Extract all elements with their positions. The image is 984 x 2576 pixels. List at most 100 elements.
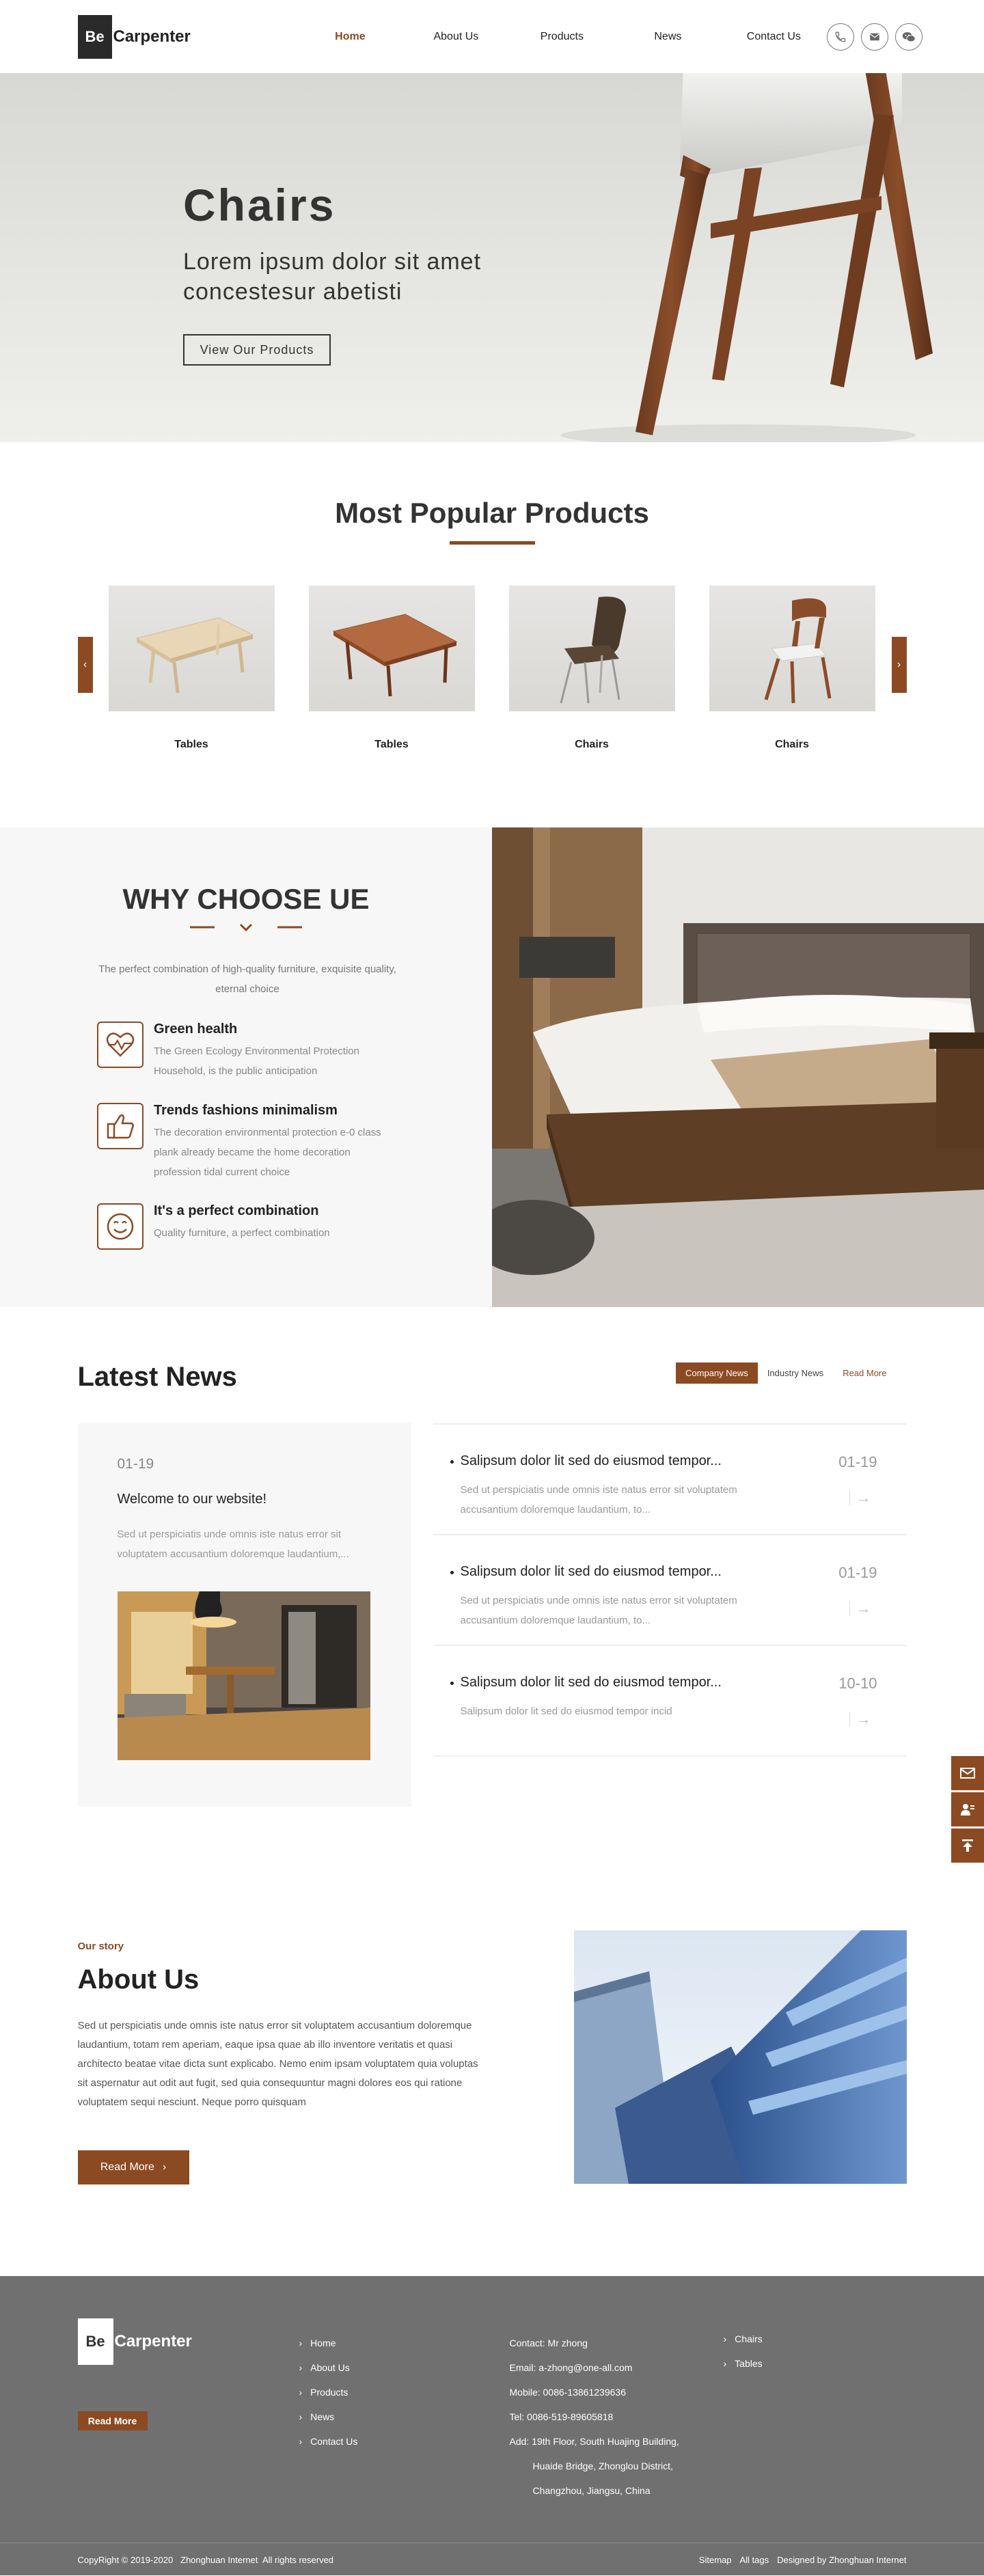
- product-image: [308, 586, 475, 711]
- section-title: Most Popular Products: [335, 497, 649, 529]
- product-name: Tables: [374, 739, 409, 750]
- news-title[interactable]: Salipsum dolor lit sed do eiusmod tempor…: [461, 1535, 802, 1580]
- title-underline: [449, 541, 535, 545]
- footer-link-home[interactable]: Home: [299, 2331, 358, 2355]
- news-list-item[interactable]: Salipsum dolor lit sed do eiusmod tempor…: [433, 1425, 907, 1535]
- footer-categories: Chairs Tables: [724, 2327, 762, 2376]
- contact-address: Changzhou, Jiangsu, China: [532, 2485, 651, 2496]
- featured-news-card[interactable]: 01-19 Welcome to our website! Sed ut per…: [77, 1423, 411, 1807]
- product-card[interactable]: Tables: [308, 586, 475, 751]
- bullet: [450, 1682, 454, 1685]
- footer-link-chairs[interactable]: Chairs: [724, 2327, 762, 2351]
- section-description: The perfect combination of high-quality …: [98, 963, 396, 995]
- feature-text: Quality furniture, a perfect combination: [154, 1227, 330, 1239]
- logo-mark: Be: [77, 14, 112, 59]
- news-title[interactable]: Salipsum dolor lit sed do eiusmod tempor…: [461, 1646, 802, 1690]
- title-ornament: [190, 923, 302, 932]
- why-choose-section: WHY CHOOSE UE The perfect combination of…: [0, 827, 984, 1307]
- news-excerpt: Sed ut perspiciatis unde omnis iste natu…: [460, 1595, 737, 1626]
- carousel-prev-button[interactable]: ‹: [77, 637, 93, 693]
- sitemap-link[interactable]: Sitemap: [699, 2555, 732, 2565]
- feature-title: It's a perfect combination: [154, 1203, 319, 1218]
- footer-link-contact-us[interactable]: Contact Us: [299, 2429, 357, 2454]
- tab-industry-news[interactable]: Industry News: [758, 1362, 833, 1384]
- heart-pulse-icon: [97, 1022, 144, 1068]
- hero-subtitle: Lorem ipsum dolor sit amet concestesur a…: [183, 249, 482, 305]
- logo-text: Carpenter: [114, 2332, 192, 2351]
- nav-about-us[interactable]: About Us: [403, 31, 509, 43]
- tab-company-news[interactable]: Company News: [676, 1362, 758, 1384]
- product-name: Chairs: [575, 739, 609, 750]
- product-name: Chairs: [775, 739, 809, 750]
- news-date: 01-19: [117, 1456, 154, 1472]
- all-tags-link[interactable]: All tags: [740, 2555, 769, 2565]
- news-title[interactable]: Salipsum dolor lit sed do eiusmod tempor…: [461, 1425, 802, 1469]
- logo[interactable]: Be Carpenter: [77, 14, 191, 59]
- logo-mark: Be: [77, 2318, 113, 2365]
- news-excerpt: Sed ut perspiciatis unde omnis iste natu…: [117, 1529, 349, 1560]
- hero-banner: Chairs Lorem ipsum dolor sit amet conces…: [0, 73, 984, 442]
- news-tabs: Company News Industry News Read More: [676, 1362, 896, 1384]
- arrow-right-icon[interactable]: →: [849, 1710, 871, 1728]
- product-card[interactable]: Chairs: [709, 586, 875, 751]
- footer-link-tables[interactable]: Tables: [724, 2351, 762, 2376]
- nav-products[interactable]: Products: [509, 31, 615, 43]
- product-card[interactable]: Tables: [108, 586, 275, 751]
- carousel-next-button[interactable]: ›: [891, 637, 907, 693]
- section-title: Latest News: [77, 1362, 237, 1392]
- news-list-item[interactable]: Salipsum dolor lit sed do eiusmod tempor…: [433, 1535, 907, 1646]
- footer-link-products[interactable]: Products: [299, 2380, 358, 2404]
- news-list-item[interactable]: Salipsum dolor lit sed do eiusmod tempor…: [433, 1646, 907, 1757]
- news-excerpt: Sed ut perspiciatis unde omnis iste natu…: [460, 1484, 737, 1516]
- view-products-button[interactable]: View Our Products: [183, 334, 331, 366]
- footer-link-news[interactable]: News: [299, 2404, 358, 2429]
- news-read-more-link[interactable]: Read More: [833, 1362, 896, 1384]
- nav-home[interactable]: Home: [297, 31, 403, 43]
- feature-item: Green health The Green Ecology Environme…: [97, 1022, 400, 1081]
- mail-icon[interactable]: [951, 1756, 984, 1790]
- contact-address: Huaide Bridge, Zhonglou District,: [532, 2461, 673, 2471]
- about-text: Sed ut perspiciatis unde omnis iste natu…: [77, 2020, 478, 2108]
- wechat-icon[interactable]: [894, 23, 922, 51]
- copyright: CopyRight © 2019-2020 Zhonghuan Internet…: [77, 2554, 334, 2565]
- back-to-top-icon[interactable]: [951, 1828, 984, 1863]
- footer-links: Home About Us Products News Contact Us: [299, 2331, 358, 2454]
- site-footer: Be Carpenter Read More Home About Us Pro…: [0, 2276, 984, 2575]
- phone-icon[interactable]: [826, 23, 854, 51]
- chevron-right-icon: ›: [897, 659, 901, 670]
- chevron-left-icon: ‹: [83, 659, 87, 670]
- news-title: Welcome to our website!: [117, 1492, 267, 1507]
- bullet: [450, 1571, 454, 1574]
- popular-products-section: Most Popular Products ‹ Tables Tables Ch…: [0, 442, 984, 827]
- footer-logo[interactable]: Be Carpenter: [77, 2318, 192, 2365]
- feature-text: The Green Ecology Environmental Protecti…: [154, 1045, 359, 1077]
- product-card[interactable]: Chairs: [508, 586, 675, 751]
- news-image: [117, 1591, 370, 1760]
- contact-email[interactable]: Email: a-zhong@one-all.com: [510, 2355, 679, 2380]
- footer-read-more-button[interactable]: Read More: [77, 2411, 148, 2430]
- designer-link[interactable]: Designed by Zhonghuan Internet: [777, 2555, 906, 2565]
- user-service-icon[interactable]: [951, 1792, 984, 1826]
- main-nav: Home About Us Products News Contact Us: [297, 31, 827, 43]
- about-read-more-button[interactable]: Read More ›: [77, 2150, 189, 2184]
- hero-content: Chairs Lorem ipsum dolor sit amet conces…: [183, 182, 511, 366]
- feature-text: The decoration environmental protection …: [154, 1127, 381, 1178]
- section-kicker: Our story: [77, 1941, 124, 1952]
- contact-address: Add: 19th Floor, South Huajing Building,: [509, 2436, 679, 2447]
- section-title: WHY CHOOSE UE: [122, 883, 370, 915]
- contact-mobile: Mobile: 0086-13861239636: [509, 2387, 626, 2398]
- arrow-right-icon[interactable]: →: [849, 1600, 871, 1617]
- product-image: [709, 586, 875, 711]
- product-carousel: ‹ Tables Tables Chairs Chairs ›: [77, 586, 907, 777]
- hero-chair-image: [560, 73, 933, 442]
- news-date: 10-10: [838, 1675, 877, 1692]
- arrow-right-icon[interactable]: →: [849, 1489, 871, 1507]
- thumbs-up-icon: [97, 1103, 144, 1149]
- nav-news[interactable]: News: [615, 31, 721, 43]
- mail-icon[interactable]: [860, 23, 888, 51]
- nav-contact-us[interactable]: Contact Us: [721, 31, 827, 43]
- footer-link-about-us[interactable]: About Us: [299, 2355, 358, 2380]
- bullet: [450, 1460, 454, 1464]
- hero-title: Chairs: [183, 180, 336, 230]
- building-image: [573, 1930, 907, 2184]
